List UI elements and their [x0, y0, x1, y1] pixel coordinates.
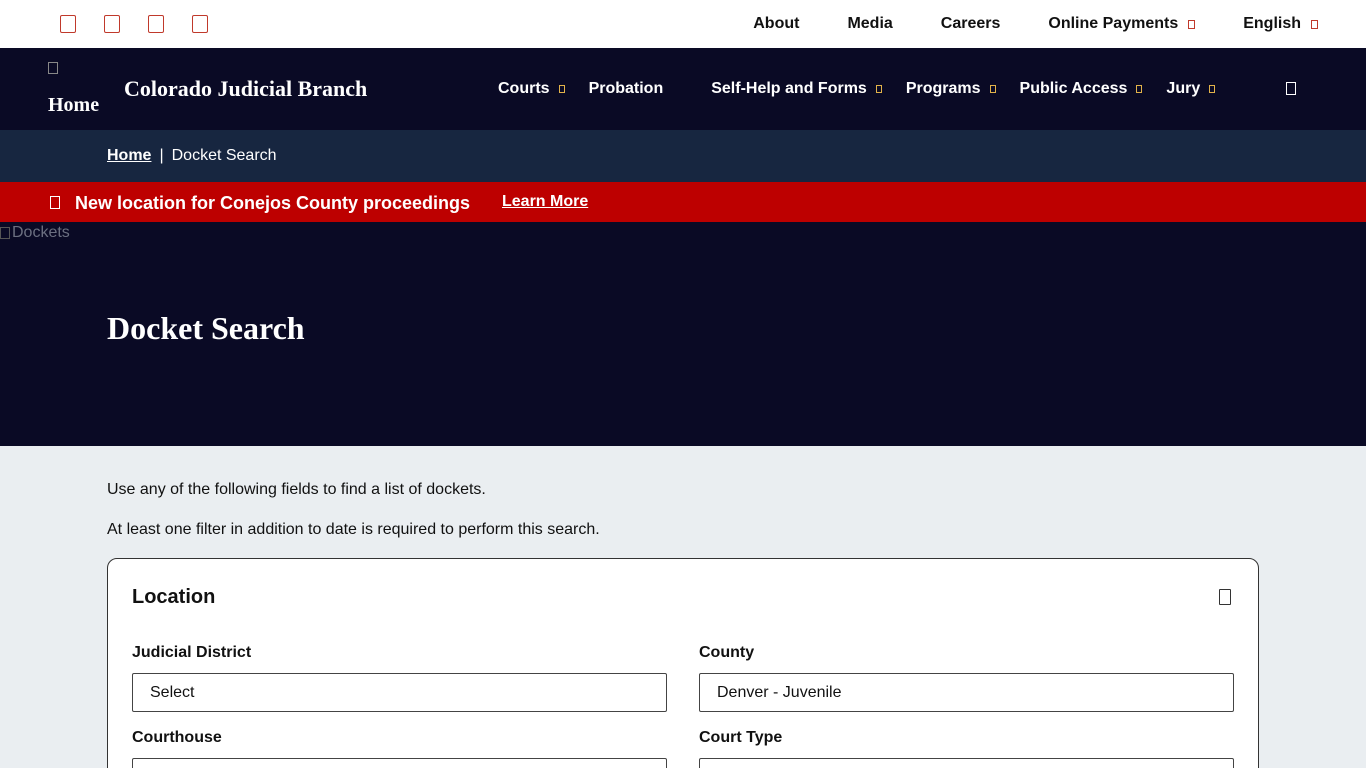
hero-banner: Dockets Docket Search — [0, 222, 1366, 446]
youtube-icon[interactable] — [148, 15, 164, 33]
util-link-careers[interactable]: Careers — [941, 15, 1001, 33]
location-card: Location Judicial District Select County… — [107, 558, 1259, 768]
alert-banner: New location for Conejos County proceedi… — [0, 182, 1366, 222]
search-icon[interactable] — [1286, 82, 1296, 95]
chevron-down-icon — [875, 85, 882, 93]
court-type-select[interactable] — [699, 758, 1234, 768]
chevron-down-icon — [1136, 85, 1143, 93]
alert-icon — [50, 196, 60, 209]
learn-more-link[interactable]: Learn More — [502, 193, 588, 211]
util-link-online-payments[interactable]: Online Payments — [1048, 15, 1196, 33]
utility-bar: About Media Careers Online Payments Engl… — [0, 0, 1366, 48]
alert-text: New location for Conejos County proceedi… — [75, 193, 471, 213]
main-content: Use any of the following fields to find … — [0, 446, 1366, 768]
nav-item-public-access[interactable]: Public Access — [1020, 80, 1143, 98]
hero-image-alt: Dockets — [12, 224, 70, 241]
chevron-down-icon — [1311, 19, 1318, 29]
facebook-icon[interactable] — [60, 15, 76, 33]
county-label: County — [699, 644, 755, 661]
courthouse-select[interactable] — [132, 758, 667, 768]
nav-item-label: Jury — [1166, 80, 1201, 97]
nav-item-label: Probation — [588, 80, 664, 97]
chevron-down-icon — [1209, 85, 1216, 93]
linkedin-icon[interactable] — [192, 15, 208, 33]
judicial-district-select[interactable]: Select — [132, 673, 667, 712]
nav-item-label: Self-Help and Forms — [711, 80, 867, 97]
util-link-label: About — [753, 15, 800, 32]
language-selector[interactable]: English — [1243, 15, 1318, 33]
twitter-icon[interactable] — [104, 15, 120, 33]
intro-text: Use any of the following fields to find … — [107, 481, 486, 498]
utility-links: About Media Careers Online Payments Engl… — [705, 0, 1318, 48]
filter-requirement-text: At least one filter in addition to date … — [107, 521, 600, 538]
location-card-title: Location — [132, 586, 216, 608]
chevron-down-icon — [989, 85, 996, 93]
home-logo[interactable]: Home — [48, 60, 102, 120]
breadcrumb: Home | Docket Search — [0, 130, 1366, 182]
logo-alt-text: Home — [48, 94, 100, 116]
util-link-about[interactable]: About — [753, 15, 799, 33]
hero-image: Dockets — [0, 224, 70, 242]
broken-image-icon — [0, 227, 10, 239]
social-links — [60, 15, 208, 33]
nav-item-courts[interactable]: Courts — [498, 80, 565, 98]
breadcrumb-current: Docket Search — [171, 147, 277, 164]
county-select[interactable]: Denver - Juvenile — [699, 673, 1234, 712]
site-title[interactable]: Colorado Judicial Branch — [124, 76, 367, 102]
breadcrumb-home-link[interactable]: Home — [107, 147, 151, 165]
nav-item-jury[interactable]: Jury — [1166, 80, 1216, 98]
util-link-label: Careers — [940, 15, 1001, 32]
breadcrumb-separator: | — [159, 147, 164, 164]
chevron-down-icon — [558, 85, 565, 93]
page-title: Docket Search — [107, 310, 305, 346]
util-link-label: English — [1243, 15, 1301, 32]
util-link-media[interactable]: Media — [847, 15, 892, 33]
main-nav: Home Colorado Judicial Branch Courts Pro… — [0, 48, 1366, 130]
util-link-label: Online Payments — [1048, 15, 1179, 32]
nav-item-self-help-forms[interactable]: Self-Help and Forms — [711, 80, 882, 98]
judicial-district-label: Judicial District — [132, 644, 252, 661]
breadcrumb-trail: Home | Docket Search — [107, 147, 277, 165]
nav-item-label: Public Access — [1019, 80, 1128, 97]
nav-item-programs[interactable]: Programs — [906, 80, 996, 98]
nav-item-probation[interactable]: Probation — [589, 80, 664, 98]
broken-image-icon — [48, 62, 58, 74]
collapse-icon[interactable] — [1219, 589, 1231, 605]
chevron-down-icon — [1188, 19, 1196, 29]
courthouse-label: Courthouse — [132, 729, 222, 746]
util-link-label: Media — [847, 15, 893, 32]
court-type-label: Court Type — [699, 729, 783, 746]
nav-item-label: Courts — [498, 80, 550, 97]
nav-item-label: Programs — [905, 80, 981, 97]
nav-items: Courts Probation Self-Help and Forms Pro… — [498, 48, 1239, 130]
